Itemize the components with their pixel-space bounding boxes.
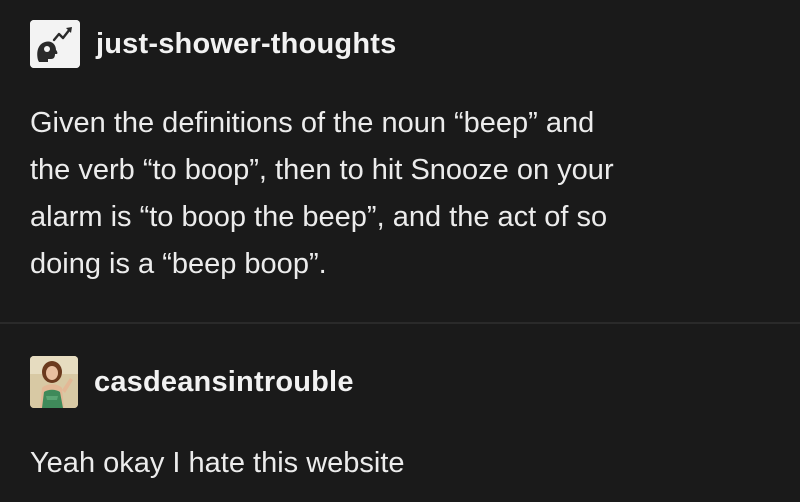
post-body-line: alarm is “to boop the beep”, and the act… bbox=[30, 201, 608, 233]
post-body-line: the verb “to boop”, then to hit Snooze o… bbox=[30, 154, 614, 186]
avatar[interactable] bbox=[30, 20, 80, 68]
username[interactable]: casdeansintrouble bbox=[94, 366, 354, 399]
post-original: just-shower-thoughts Given the definitio… bbox=[0, 0, 800, 322]
avatar[interactable] bbox=[30, 356, 78, 408]
post-body-line: doing is a “beep boop”. bbox=[30, 248, 327, 280]
post-body-line: Given the definitions of the noun “beep”… bbox=[30, 107, 595, 139]
portrait-photo-icon bbox=[30, 356, 78, 408]
post-header: just-shower-thoughts bbox=[30, 20, 396, 68]
post-body: Given the definitions of the noun “beep”… bbox=[30, 100, 770, 288]
post-reply: casdeansintrouble Yeah okay I hate this … bbox=[0, 324, 800, 502]
post-body: Yeah okay I hate this website bbox=[30, 440, 770, 487]
post-header: casdeansintrouble bbox=[30, 356, 354, 408]
post-body-line: Yeah okay I hate this website bbox=[30, 447, 405, 479]
rising-graph-head-icon bbox=[30, 20, 80, 68]
username[interactable]: just-shower-thoughts bbox=[96, 28, 396, 61]
